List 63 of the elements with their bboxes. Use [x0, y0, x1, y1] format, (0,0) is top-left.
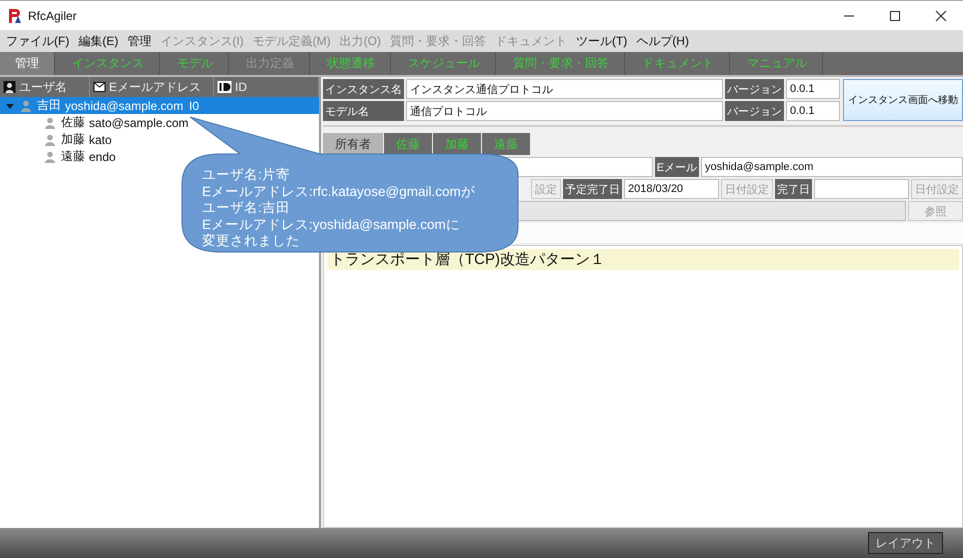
user-email: kato [89, 132, 113, 146]
user-icon [44, 134, 56, 146]
tooltip-text: Eメールアドレス:yoshida@sample.comに [202, 216, 460, 233]
user-name: 加藤 [61, 131, 85, 148]
user-icon [20, 100, 32, 112]
user-email: sato@sample.com [89, 116, 190, 130]
column-header[interactable]: ID [235, 80, 247, 94]
field-label: 完了日 [775, 179, 812, 199]
tab[interactable]: 遠藤 [482, 133, 530, 155]
move-button[interactable]: インスタンス画面へ移動 [843, 79, 963, 121]
tree-row[interactable]: 加藤 kato [0, 131, 217, 148]
menu-item[interactable]: ファイル(F) [6, 32, 70, 50]
field-label: Eメール [654, 157, 699, 177]
column-header[interactable]: ユーザ名 [19, 78, 67, 96]
date-set-button[interactable]: 日付設定 [721, 179, 773, 199]
user-email: endo [89, 150, 117, 164]
layout-button[interactable]: レイアウト [868, 532, 943, 554]
envelope-icon [93, 81, 106, 93]
window-title: RfcAgiler [28, 8, 77, 22]
browse-button[interactable]: 参照 [908, 201, 963, 221]
tree-row[interactable]: 吉田 yoshida@sample.com I0 [0, 97, 319, 114]
menu-item[interactable]: 管理 [127, 32, 152, 50]
tooltip-text: ユーザ名:片寄 [202, 167, 290, 184]
model-name-field[interactable]: 通信プロトコル [406, 101, 723, 121]
maximize-icon[interactable] [889, 10, 901, 22]
field-label: バージョン [725, 79, 784, 99]
user-id: I0 [189, 98, 200, 112]
date-field[interactable]: 2018/03/20 [624, 179, 719, 199]
tab[interactable]: 加藤 [433, 133, 481, 155]
version-field[interactable]: 0.0.1 [786, 101, 840, 121]
menu-item[interactable]: ツール(T) [576, 32, 628, 50]
tab[interactable]: 管理 [0, 52, 55, 75]
tab[interactable]: 佐藤 [384, 133, 432, 155]
user-email: yoshida@sample.com [65, 98, 184, 112]
close-icon[interactable] [935, 10, 947, 22]
id-icon [217, 81, 232, 93]
user-name: 佐藤 [61, 114, 85, 131]
user-icon [44, 116, 56, 128]
app-logo-icon [8, 8, 22, 24]
tree-row[interactable]: 佐藤 sato@sample.com [0, 114, 217, 131]
version-field[interactable]: 0.0.1 [786, 79, 840, 99]
date-set-button[interactable]: 設定 [531, 179, 561, 199]
person-icon [3, 81, 16, 93]
tree-row[interactable]: 遠藤 endo [0, 148, 217, 165]
menu-item[interactable]: 編集(E) [78, 32, 118, 50]
tooltip-text: 変更されました [202, 233, 300, 250]
tab[interactable]: 所有者 [323, 133, 383, 155]
instance-name-field[interactable]: インスタンス通信プロトコル [406, 79, 723, 99]
field-label: インスタンス名 [323, 79, 404, 99]
user-icon [44, 150, 56, 162]
column-header[interactable]: Eメールアドレス [109, 78, 202, 96]
email-field[interactable]: yoshida@sample.com [701, 157, 963, 177]
user-name: 吉田 [37, 97, 61, 114]
expand-caret-icon[interactable] [6, 102, 14, 110]
user-name: 遠藤 [61, 148, 85, 165]
field-label: 予定完了日 [563, 179, 622, 199]
field-label: バージョン [725, 101, 784, 121]
menu-item[interactable]: ヘルプ(H) [636, 32, 689, 50]
field-label: モデル名 [323, 101, 404, 121]
date-field[interactable] [814, 179, 909, 199]
tooltip-text: Eメールアドレス:rfc.katayose@gmail.comが [202, 184, 475, 200]
date-set-button[interactable]: 日付設定 [911, 179, 963, 199]
tooltip-text: ユーザ名:吉田 [202, 200, 290, 216]
